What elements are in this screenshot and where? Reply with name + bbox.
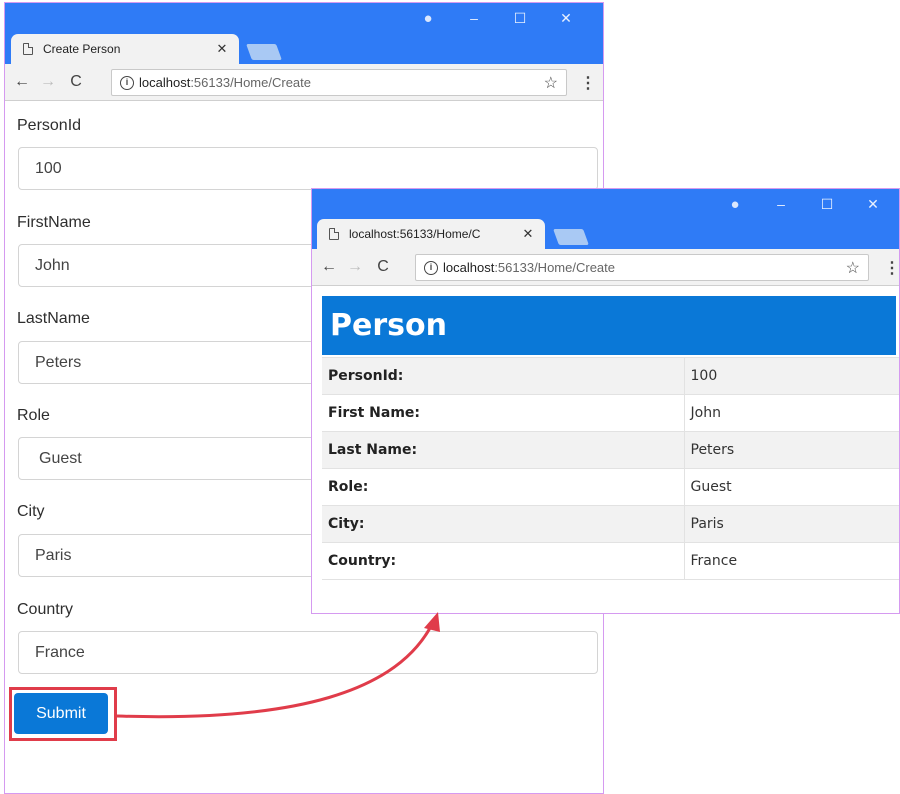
form-toolbar: ← → C i localhost:56133/Home/Create ☆ ⋮ — [5, 64, 603, 101]
row-key: City: — [322, 505, 685, 543]
arrow-right-icon[interactable]: → — [37, 73, 59, 91]
row-value: Guest — [684, 468, 899, 506]
maximize-icon[interactable]: ☐ — [804, 196, 850, 213]
page-icon — [329, 228, 339, 240]
reload-icon[interactable]: C — [372, 258, 394, 276]
url-path: :56133/Home/Create — [190, 75, 311, 90]
form-window-controls: ● – ☐ ✕ — [405, 3, 589, 33]
table-row: Country: France — [322, 542, 899, 580]
result-tab-title: localhost:56133/Home/C — [349, 227, 481, 241]
page-icon — [23, 43, 33, 55]
row-key: Country: — [322, 542, 685, 580]
close-icon[interactable]: ✕ — [850, 196, 896, 213]
arrow-left-icon[interactable]: ← — [318, 258, 340, 276]
table-row: First Name: John — [322, 394, 899, 432]
form-titlebar: Create Person ✕ ● – ☐ ✕ — [5, 3, 603, 64]
kebab-menu-icon[interactable]: ⋮ — [884, 258, 899, 278]
table-row: City: Paris — [322, 505, 899, 543]
star-icon[interactable]: ☆ — [846, 258, 860, 278]
form-tab-title: Create Person — [43, 42, 121, 56]
maximize-icon[interactable]: ☐ — [497, 10, 543, 27]
result-toolbar: ← → C i localhost:56133/Home/Create ☆ ⋮ — [312, 249, 899, 286]
form-tab[interactable]: Create Person ✕ — [11, 34, 239, 64]
field-label-city: City — [17, 503, 45, 520]
url-host: localhost — [443, 260, 495, 275]
row-key: Last Name: — [322, 431, 685, 469]
tab-close-icon[interactable]: ✕ — [519, 226, 537, 242]
info-icon[interactable]: i — [424, 260, 438, 275]
minimize-icon[interactable]: – — [758, 196, 804, 212]
table-row: PersonId: 100 — [322, 357, 899, 395]
row-value: John — [684, 394, 899, 432]
minimize-icon[interactable]: – — [451, 10, 497, 26]
person-heading: Person — [322, 296, 896, 355]
url-host: localhost — [139, 75, 191, 90]
info-icon[interactable]: i — [120, 75, 134, 90]
new-tab-button[interactable] — [246, 44, 282, 60]
arrow-right-icon[interactable]: → — [344, 258, 366, 276]
url-path: :56133/Home/Create — [494, 260, 615, 275]
account-icon[interactable]: ● — [405, 10, 451, 27]
submit-button[interactable]: Submit — [14, 693, 108, 734]
country-input[interactable]: France — [18, 631, 598, 674]
tab-close-icon[interactable]: ✕ — [213, 41, 231, 57]
star-icon[interactable]: ☆ — [544, 73, 558, 93]
field-label-country: Country — [17, 601, 74, 618]
field-label-lastname: LastName — [17, 310, 90, 327]
row-value: France — [684, 542, 899, 580]
result-address-bar[interactable]: i localhost:56133/Home/Create ☆ — [415, 254, 869, 281]
field-label-role: Role — [17, 407, 50, 424]
row-key: Role: — [322, 468, 685, 506]
kebab-menu-icon[interactable]: ⋮ — [580, 73, 596, 93]
field-label-personid: PersonId — [17, 117, 82, 134]
result-browser-window: localhost:56133/Home/C ✕ ● – ☐ ✕ ← → C i… — [311, 188, 900, 614]
row-value: Peters — [684, 431, 899, 469]
row-key: First Name: — [322, 394, 685, 432]
personid-input[interactable]: 100 — [18, 147, 598, 190]
account-icon[interactable]: ● — [712, 196, 758, 213]
reload-icon[interactable]: C — [65, 73, 87, 91]
result-tab[interactable]: localhost:56133/Home/C ✕ — [317, 219, 545, 249]
row-value: 100 — [684, 357, 899, 395]
person-details-table: PersonId: 100 First Name: John Last Name: P… — [322, 357, 899, 580]
table-row: Role: Guest — [322, 468, 899, 506]
result-window-controls: ● – ☐ ✕ — [712, 189, 896, 219]
form-address-bar[interactable]: i localhost:56133/Home/Create ☆ — [111, 69, 567, 96]
close-icon[interactable]: ✕ — [543, 10, 589, 27]
field-label-firstname: FirstName — [17, 214, 91, 231]
result-titlebar: localhost:56133/Home/C ✕ ● – ☐ ✕ — [312, 189, 899, 249]
row-value: Paris — [684, 505, 899, 543]
new-tab-button[interactable] — [553, 229, 589, 245]
arrow-left-icon[interactable]: ← — [11, 73, 33, 91]
table-row: Last Name: Peters — [322, 431, 899, 469]
row-key: PersonId: — [322, 357, 685, 395]
